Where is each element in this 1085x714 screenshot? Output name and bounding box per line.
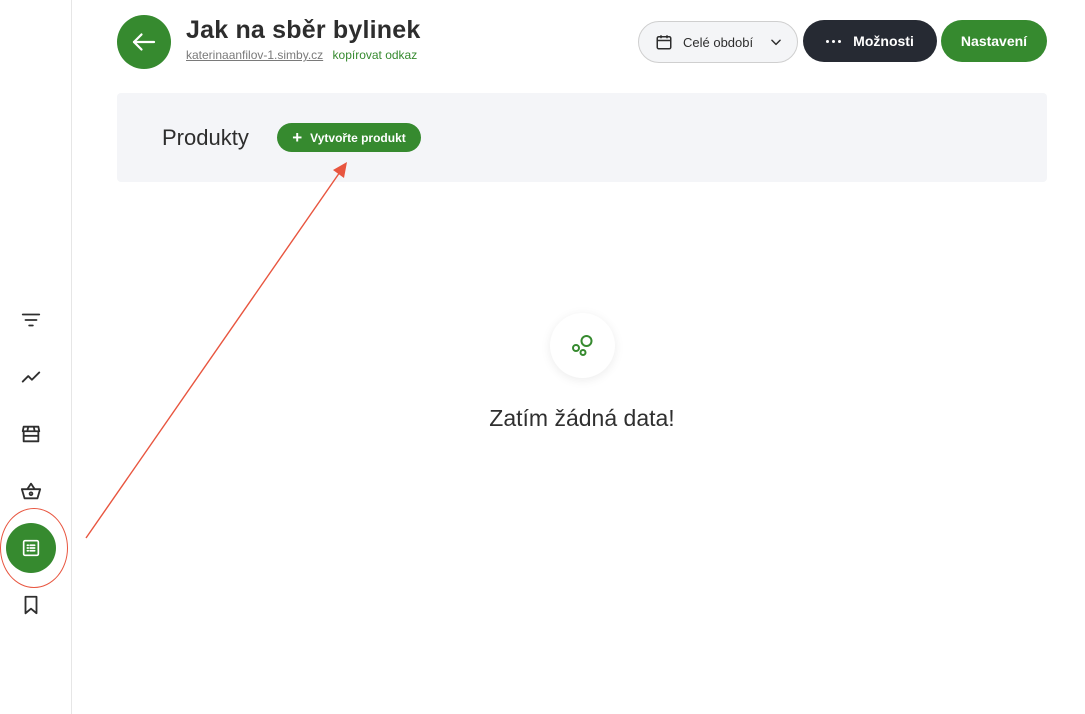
back-button[interactable] xyxy=(117,15,171,69)
create-product-label: Vytvořte produkt xyxy=(310,130,406,145)
bubbles-icon xyxy=(571,334,592,356)
settings-button-label: Nastavení xyxy=(960,33,1028,49)
sidebar-item-bookmark[interactable] xyxy=(6,580,56,630)
site-subline: katerinaanfilov-1.simby.cz kopírovat odk… xyxy=(186,48,417,62)
copy-link-button[interactable]: kopírovat odkaz xyxy=(333,48,418,62)
settings-button[interactable]: Nastavení xyxy=(941,20,1047,62)
chart-line-icon xyxy=(21,371,41,383)
list-icon xyxy=(22,539,40,557)
chevron-down-icon xyxy=(771,39,781,46)
options-button-label: Možnosti xyxy=(853,33,914,49)
sidebar-item-basket[interactable] xyxy=(6,466,56,516)
page-title: Jak na sběr bylinek xyxy=(186,16,421,44)
plus-icon: + xyxy=(292,128,303,147)
period-select[interactable]: Celé období xyxy=(638,21,798,63)
options-button[interactable]: Možnosti xyxy=(803,20,937,62)
sidebar-item-filter[interactable] xyxy=(6,295,56,345)
create-product-button[interactable]: + Vytvořte produkt xyxy=(277,123,421,152)
site-link[interactable]: katerinaanfilov-1.simby.cz xyxy=(186,48,323,62)
empty-state-badge xyxy=(550,313,615,378)
sidebar xyxy=(0,0,72,714)
arrow-left-icon xyxy=(132,33,156,51)
bookmark-icon xyxy=(24,595,38,615)
sidebar-item-store[interactable] xyxy=(6,409,56,459)
period-select-label: Celé období xyxy=(683,34,754,50)
filter-icon xyxy=(21,313,41,327)
basket-icon xyxy=(20,482,42,500)
empty-state-text: Zatím žádná data! xyxy=(489,405,675,431)
sidebar-item-statistics[interactable] xyxy=(6,352,56,402)
products-title: Produkty xyxy=(162,125,249,150)
products-panel: Produkty + Vytvořte produkt xyxy=(117,93,1047,182)
store-icon xyxy=(21,425,41,443)
sidebar-item-products[interactable] xyxy=(6,523,56,573)
calendar-icon xyxy=(656,35,672,50)
more-dots-icon xyxy=(826,39,842,43)
